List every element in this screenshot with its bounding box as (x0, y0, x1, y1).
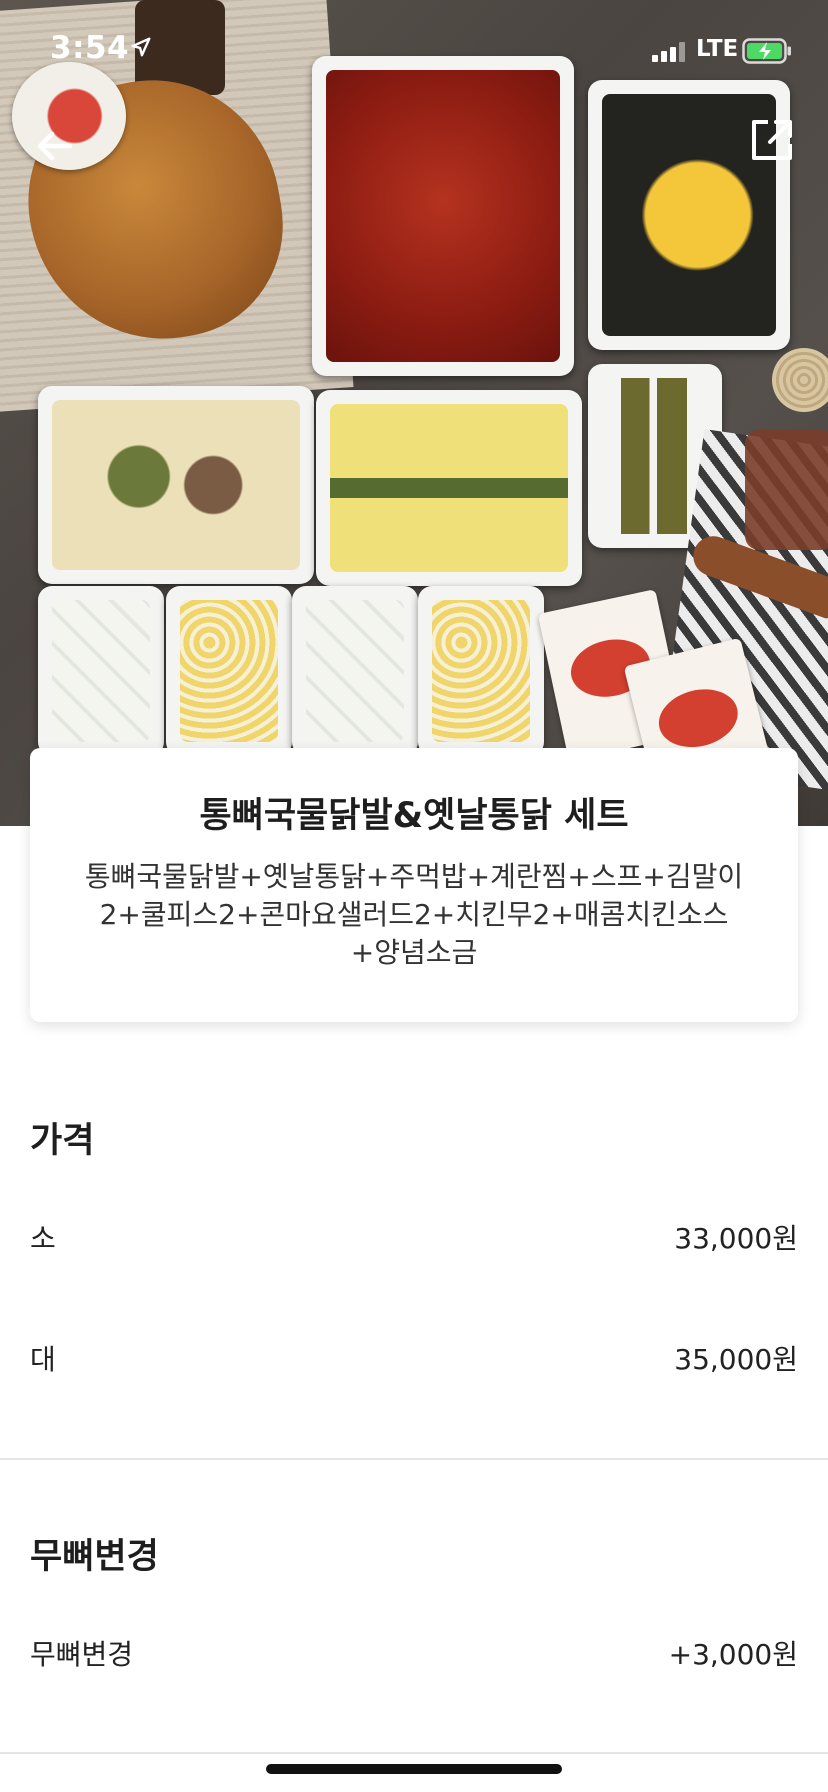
menu-description-line: 통뼈국물닭발+옛날통닭+주먹밥+계란찜+스프+김말이 (84, 860, 744, 893)
menu-hero-image (0, 0, 828, 826)
external-share-icon (752, 120, 792, 160)
steamed-egg-tray (316, 390, 582, 586)
menu-description: 통뼈국물닭발+옛날통닭+주먹밥+계란찜+스프+김말이 2+쿨피스2+콘마요샐러드… (70, 858, 758, 972)
corn-salad-tray-1 (166, 586, 292, 756)
share-button[interactable] (748, 116, 796, 164)
status-bar: 3:54 LTE (0, 0, 828, 100)
corn-salad-tray-2 (418, 586, 544, 756)
battery-charging-icon (742, 38, 791, 64)
boneless-option[interactable]: 무뼈변경 +3,000원 (30, 1628, 798, 1678)
home-indicator[interactable] (266, 1764, 562, 1774)
status-time: 3:54 (50, 30, 130, 66)
section-divider (0, 1752, 828, 1754)
spice-jar-decoration (745, 430, 828, 550)
option-price: 35,000원 (674, 1343, 798, 1376)
option-label: 소 (30, 1222, 56, 1255)
arrow-left-icon (37, 131, 73, 161)
price-option-small[interactable]: 소 33,000원 (30, 1212, 798, 1262)
option-label: 무뼈변경 (30, 1638, 134, 1671)
radish-tray-2 (292, 586, 418, 756)
back-button[interactable] (26, 118, 82, 174)
price-section-title: 가격 (30, 1121, 95, 1161)
option-label: 대 (30, 1343, 56, 1376)
price-option-large[interactable]: 대 35,000원 (30, 1333, 798, 1383)
rattan-ball-decoration (772, 348, 828, 412)
menu-detail-page: 3:54 LTE 통뼈국물닭발&옛날통닭 세트 통뼈국물닭발+옛날통닭+주먹밥+… (0, 0, 828, 1792)
radish-tray-1 (38, 586, 164, 756)
section-divider (0, 1458, 828, 1460)
menu-description-line: +양념소금 (350, 936, 478, 969)
option-price: 33,000원 (674, 1222, 798, 1255)
signal-icon (652, 42, 686, 62)
menu-description-line: 2+쿨피스2+콘마요샐러드2+치킨무2+매콤치킨소스 (99, 898, 729, 931)
network-type: LTE (696, 36, 739, 62)
boneless-section-title: 무뼈변경 (30, 1537, 159, 1577)
menu-info-card: 통뼈국물닭발&옛날통닭 세트 통뼈국물닭발+옛날통닭+주먹밥+계란찜+스프+김말… (30, 748, 798, 1022)
menu-title: 통뼈국물닭발&옛날통닭 세트 (199, 796, 629, 836)
location-arrow-icon (131, 37, 151, 57)
chicken-feet-tray (312, 56, 574, 376)
option-price: +3,000원 (668, 1638, 798, 1671)
soup-tray (38, 386, 314, 584)
